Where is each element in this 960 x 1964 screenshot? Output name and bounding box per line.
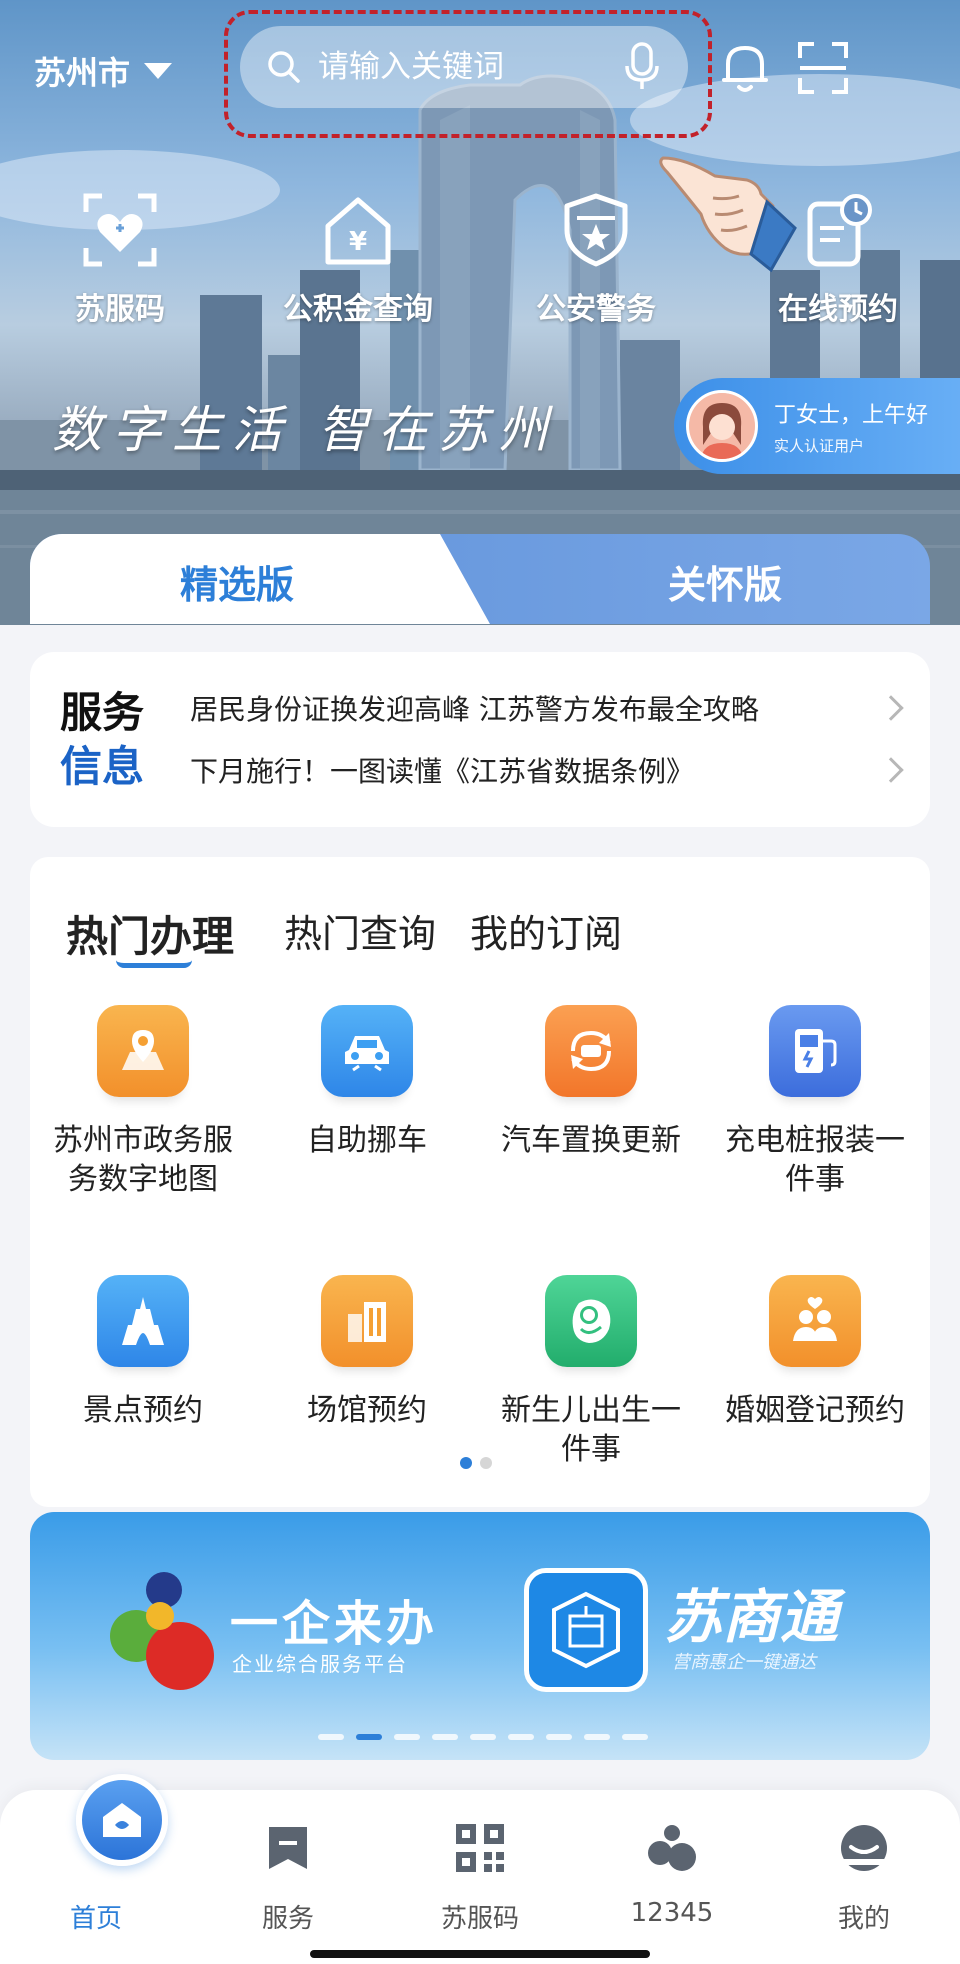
sushangtong-subtitle: 营商惠企一键通达 — [672, 1652, 816, 1673]
search-bar[interactable] — [240, 26, 688, 108]
service-label: 场馆预约 — [307, 1393, 427, 1428]
quick-action-health-code[interactable]: 苏服码 — [20, 190, 220, 328]
service-self-move-car[interactable]: 自助挪车 — [262, 1005, 472, 1160]
tab-care-label[interactable]: 关怀版 — [668, 554, 782, 609]
user-verification-status: 实人认证用户 — [774, 436, 865, 455]
nav-profile[interactable]: 我的 — [794, 1818, 934, 1935]
appointment-icon — [807, 194, 872, 267]
quick-action-label: 公积金查询 — [283, 292, 433, 327]
search-icon — [268, 51, 300, 83]
sushangtong-logo-icon — [524, 1568, 648, 1692]
service-scenic-reservation[interactable]: 景点预约 — [38, 1275, 248, 1430]
couple-icon — [769, 1275, 861, 1367]
charging-pile-icon — [769, 1005, 861, 1097]
avatar — [686, 390, 758, 462]
page-dot — [480, 1457, 492, 1469]
news-text: 居民身份证换发迎高峰 江苏警方发布最全攻略 — [190, 693, 759, 726]
page-indicator — [460, 1457, 492, 1469]
active-tab-indicator — [116, 960, 192, 968]
service-info-title: 服务 信息 — [60, 688, 145, 791]
user-greeting: 丁女士，上午好 — [774, 402, 929, 428]
service-label: 充电桩报装一件事 — [725, 1123, 905, 1197]
service-digital-map[interactable]: 苏州市政务服务数字地图 — [38, 1005, 248, 1199]
service-label: 景点预约 — [83, 1393, 203, 1428]
chevron-right-icon — [878, 757, 904, 783]
nav-label: 服务 — [261, 1904, 314, 1934]
city-name: 苏州市 — [34, 54, 131, 92]
service-info-card: 服务 信息 居民身份证换发迎高峰 江苏警方发布最全攻略 下月施行！一图读懂《江苏… — [30, 652, 930, 827]
nav-health-code[interactable]: 苏服码 — [410, 1818, 550, 1935]
profile-icon — [841, 1825, 887, 1871]
service-label: 婚姻登记预约 — [725, 1393, 905, 1428]
tab-hot-handling[interactable]: 热门办理 — [66, 903, 234, 964]
svg-text:¥: ¥ — [349, 227, 367, 257]
news-item[interactable]: 居民身份证换发迎高峰 江苏警方发布最全攻略 — [190, 688, 910, 728]
service-newborn[interactable]: 新生儿出生一件事 — [486, 1275, 696, 1469]
hero-banner: 苏州市 请输入关键词 苏服码 ¥ 公积金查询 公安警务 在线预约 数字生活 智在… — [0, 0, 960, 625]
newborn-icon — [545, 1275, 637, 1367]
bookmark-icon — [269, 1827, 307, 1869]
chevron-right-icon — [878, 695, 904, 721]
caret-down-icon — [144, 63, 173, 79]
service-venue-reservation[interactable]: 场馆预约 — [262, 1275, 472, 1430]
tab-hot-query[interactable]: 热门查询 — [284, 903, 436, 958]
nav-services[interactable]: 服务 — [218, 1818, 358, 1935]
enterprise-service-title: 一企来办 — [230, 1596, 439, 1652]
banner-page-indicator — [318, 1734, 648, 1740]
home-indicator-bar — [310, 1950, 650, 1958]
news-text: 下月施行！一图读懂《江苏省数据条例》 — [190, 755, 695, 788]
enterprise-service-subtitle: 企业综合服务平台 — [232, 1652, 408, 1676]
news-item[interactable]: 下月施行！一图读懂《江苏省数据条例》 — [190, 750, 910, 790]
nav-label: 12345 — [630, 1898, 714, 1928]
nav-label: 苏服码 — [440, 1904, 519, 1934]
service-label: 自助挪车 — [307, 1123, 427, 1158]
bell-icon[interactable] — [720, 40, 770, 96]
city-selector[interactable]: 苏州市 — [34, 48, 173, 94]
service-label: 苏州市政务服务数字地图 — [53, 1123, 233, 1197]
service-car-exchange[interactable]: 汽车置换更新 — [486, 1005, 696, 1160]
service-marriage-registration[interactable]: 婚姻登记预约 — [710, 1275, 920, 1430]
scan-icon[interactable] — [796, 40, 850, 96]
house-fund-icon: ¥ — [325, 197, 391, 265]
venue-icon — [321, 1275, 413, 1367]
nav-label: 首页 — [69, 1904, 122, 1934]
bottom-navigation: 首页 服务 苏服码 12345 我的 — [0, 1774, 960, 1964]
slogan-text: 数字生活 智在苏州 — [52, 401, 558, 459]
nav-hotline-12345[interactable]: 12345 — [602, 1818, 742, 1928]
nav-home[interactable]: 首页 — [26, 1774, 168, 1935]
top-bar: 苏州市 — [0, 0, 960, 140]
quick-action-housing-fund[interactable]: ¥ 公积金查询 — [258, 190, 458, 328]
page-dot-active — [460, 1457, 472, 1469]
pointing-hand-icon — [659, 156, 797, 273]
quick-action-label: 苏服码 — [75, 292, 165, 327]
user-greeting-card[interactable]: 丁女士，上午好 实人认证用户 — [674, 378, 960, 474]
service-label: 汽车置换更新 — [501, 1123, 681, 1158]
nav-label: 我的 — [837, 1904, 890, 1934]
tower-icon — [97, 1275, 189, 1367]
version-tabs: 精选版 关怀版 — [30, 534, 930, 624]
hotline-icon — [648, 1825, 696, 1871]
qr-code-icon — [456, 1824, 504, 1872]
police-shield-icon — [564, 193, 628, 267]
car-exchange-icon — [545, 1005, 637, 1097]
service-charging-pile[interactable]: 充电桩报装一件事 — [710, 1005, 920, 1199]
hot-services-card: 热门办理 热门查询 我的订阅 苏州市政务服务数字地图 自助挪车 汽车置换更新 充… — [30, 857, 930, 1507]
tab-my-subscription[interactable]: 我的订阅 — [470, 903, 622, 958]
car-icon — [321, 1005, 413, 1097]
service-label: 新生儿出生一件事 — [501, 1393, 681, 1467]
tab-featured-label[interactable]: 精选版 — [180, 554, 294, 609]
promo-banner[interactable]: 一企来办 企业综合服务平台 苏商通 营商惠企一键通达 — [30, 1512, 930, 1760]
enterprise-logo-icon — [110, 1572, 214, 1690]
health-code-icon — [83, 193, 157, 267]
microphone-icon[interactable] — [624, 42, 660, 92]
search-input[interactable] — [318, 49, 618, 85]
home-icon — [76, 1774, 168, 1866]
map-pin-icon — [97, 1005, 189, 1097]
sushangtong-title: 苏商通 — [664, 1583, 839, 1651]
